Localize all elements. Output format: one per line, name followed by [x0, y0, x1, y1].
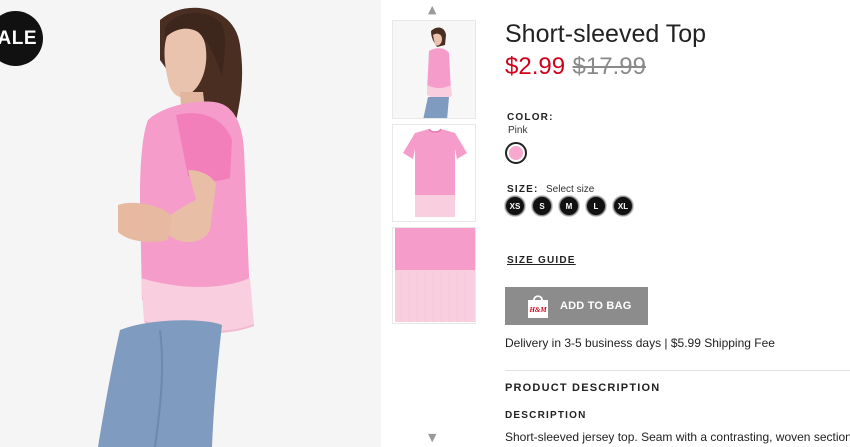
thumbnail-gallery: ▲ ▼ [388, 0, 480, 447]
thumbnail-top-image [393, 125, 475, 221]
size-option-m[interactable]: M [559, 196, 579, 216]
product-info-panel: Short-sleeved Top $2.99 $17.99 COLOR: Pi… [505, 0, 850, 447]
description-label: DESCRIPTION [505, 410, 587, 421]
delivery-info: Delivery in 3-5 business days | $5.99 Sh… [505, 336, 775, 350]
product-description-heading: PRODUCT DESCRIPTION [505, 382, 661, 394]
add-to-bag-label: ADD TO BAG [560, 300, 632, 312]
chevron-down-icon[interactable]: ▼ [428, 431, 436, 444]
size-label: SIZE: [507, 184, 539, 195]
model-photo [0, 0, 381, 447]
size-option-xl[interactable]: XL [613, 196, 633, 216]
original-price: $17.99 [572, 53, 646, 80]
color-label: COLOR: [507, 112, 554, 123]
selected-color-name: Pink [508, 125, 528, 136]
size-option-l[interactable]: L [586, 196, 606, 216]
thumbnail-model-image [393, 21, 475, 118]
size-guide-link[interactable]: SIZE GUIDE [507, 255, 576, 266]
size-row: SIZE: Select size [507, 179, 594, 197]
bag-logo-text: H&M [528, 306, 547, 314]
size-option-s[interactable]: S [532, 196, 552, 216]
shopping-bag-icon: H&M [528, 295, 548, 318]
size-hint: Select size [546, 184, 595, 195]
add-to-bag-button[interactable]: H&M ADD TO BAG [505, 287, 648, 325]
price-block: $2.99 $17.99 [505, 53, 646, 81]
size-option-xs[interactable]: XS [505, 196, 525, 216]
thumbnail-top-detail[interactable] [392, 227, 476, 324]
sale-price: $2.99 [505, 53, 566, 80]
section-divider [505, 370, 850, 371]
color-swatch-pink[interactable] [505, 142, 527, 164]
thumbnail-model-side[interactable] [392, 20, 476, 119]
chevron-up-icon[interactable]: ▲ [428, 3, 436, 16]
size-options: XS S M L XL [505, 196, 633, 216]
description-text: Short-sleeved jersey top. Seam with a co… [505, 430, 850, 444]
thumbnail-top-front[interactable] [392, 124, 476, 222]
thumbnail-detail-image [393, 228, 475, 323]
main-product-image[interactable]: SALE [0, 0, 381, 447]
product-title: Short-sleeved Top [505, 20, 707, 48]
